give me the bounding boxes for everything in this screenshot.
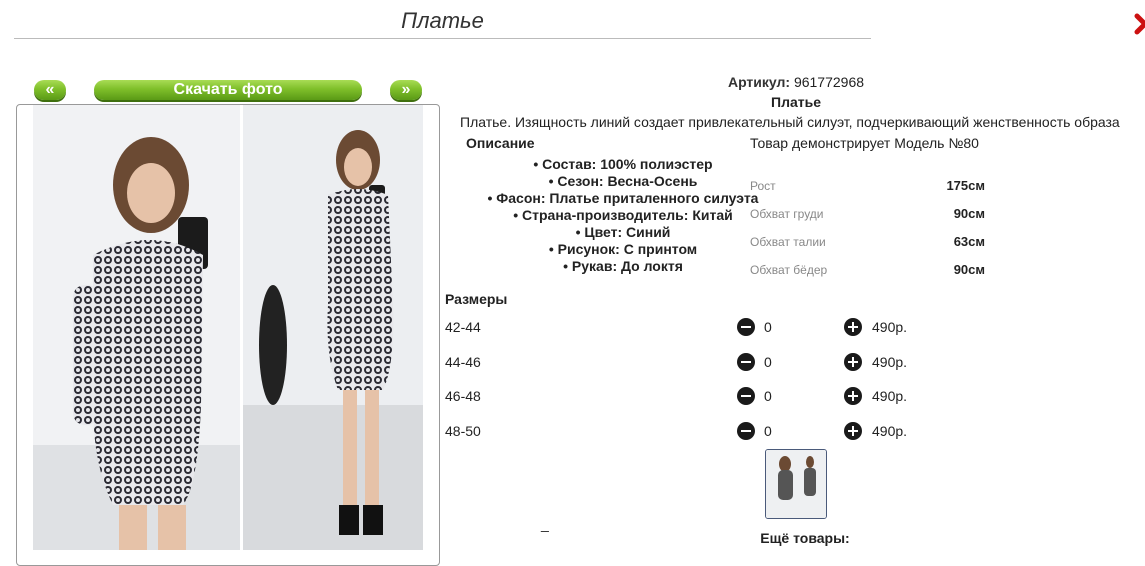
product-name: Платье	[771, 94, 821, 110]
feature-item: • Состав: 100% полиэстер	[533, 156, 713, 172]
minus-icon[interactable]	[737, 318, 755, 336]
measurement-label: Обхват бёдер	[750, 263, 828, 277]
article-label: Артикул:	[727, 74, 791, 90]
size-label: 44-46	[445, 354, 481, 370]
plus-icon[interactable]	[844, 387, 862, 405]
measurement-value: 63см	[953, 234, 985, 249]
size-price: 490р.	[872, 388, 908, 404]
size-qty: 0	[764, 319, 772, 335]
size-label: 46-48	[445, 388, 481, 404]
size-price: 490р.	[872, 423, 908, 439]
feature-item: • Страна-производитель: Китай	[513, 207, 733, 223]
title-divider	[14, 38, 871, 39]
separator-dash: _	[541, 516, 549, 532]
plus-icon[interactable]	[844, 318, 862, 336]
measurement-value: 175см	[946, 178, 985, 193]
plus-icon[interactable]	[844, 422, 862, 440]
measurement-value: 90см	[953, 206, 985, 221]
feature-item: • Цвет: Синий	[575, 224, 671, 240]
product-thumbnail[interactable]	[765, 449, 827, 519]
page-title: Платье	[401, 8, 484, 33]
product-photo-front	[33, 105, 240, 550]
minus-icon[interactable]	[737, 353, 755, 371]
feature-item: • Рисунок: С принтом	[548, 241, 698, 257]
plus-icon[interactable]	[844, 353, 862, 371]
close-icon[interactable]	[1134, 8, 1145, 42]
measurement-label: Рост	[750, 179, 776, 193]
size-qty: 0	[764, 388, 772, 404]
size-qty: 0	[764, 423, 772, 439]
model-info: Товар демонстрирует Модель №80	[750, 135, 979, 151]
measurement-label: Обхват талии	[750, 235, 826, 249]
minus-icon[interactable]	[737, 422, 755, 440]
sizes-heading: Размеры	[445, 291, 508, 307]
feature-item: • Рукав: До локтя	[563, 258, 683, 274]
next-photo-button[interactable]: »	[390, 80, 422, 100]
product-photo-full	[243, 105, 423, 550]
article-value: 961772968	[793, 74, 865, 90]
measurement-label: Обхват груди	[750, 207, 824, 221]
prev-photo-button[interactable]: «	[34, 80, 66, 100]
minus-icon[interactable]	[737, 387, 755, 405]
feature-item: • Сезон: Весна-Осень	[548, 173, 698, 189]
more-products-heading: Ещё товары:	[760, 530, 850, 546]
measurement-value: 90см	[953, 262, 985, 277]
download-photo-button[interactable]: Скачать фото	[94, 80, 362, 100]
feature-item: • Фасон: Платье приталенного силуэта	[487, 190, 759, 206]
product-photo[interactable]	[16, 104, 440, 566]
size-price: 490р.	[872, 354, 908, 370]
size-qty: 0	[764, 354, 772, 370]
size-price: 490р.	[872, 319, 908, 335]
article-line: Артикул: 961772968	[596, 74, 996, 90]
description-heading: Описание	[466, 135, 535, 151]
feature-list: • Состав: 100% полиэстер • Сезон: Весна-…	[458, 156, 788, 275]
size-label: 48-50	[445, 423, 481, 439]
size-label: 42-44	[445, 319, 481, 335]
product-description: Платье. Изящность линий создает привлека…	[460, 114, 1120, 130]
